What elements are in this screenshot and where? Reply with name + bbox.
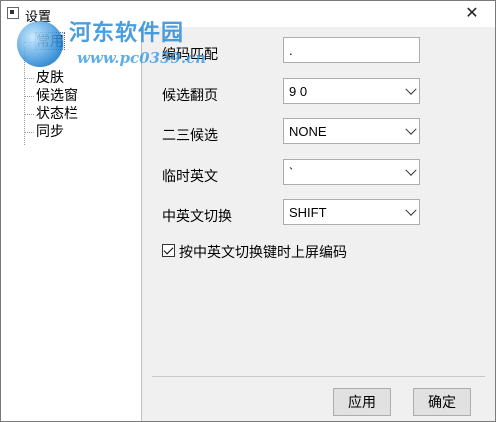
chevron-down-icon [405, 164, 417, 176]
close-button[interactable]: ✕ [449, 1, 495, 27]
second-third-select[interactable]: NONE [283, 118, 420, 144]
sidebar-item-skin[interactable]: 皮肤 [24, 69, 64, 86]
commit-on-toggle-label: 按中英文切换键时上屏编码 [179, 244, 347, 260]
encode-match-label: 编码匹配 [162, 46, 218, 62]
commit-on-toggle-checkbox[interactable] [162, 244, 175, 257]
toggle-cn-en-select[interactable]: SHIFT [283, 199, 420, 225]
title-bar[interactable]: 设置 ✕ [1, 1, 495, 27]
toggle-cn-en-label: 中英文切换 [162, 208, 232, 224]
row-second-third: 二三候选 NONE [142, 118, 495, 148]
row-temp-english: 临时英文 ` [142, 159, 495, 189]
row-encode-match: 编码匹配 . [142, 37, 495, 67]
window-title: 设置 [25, 9, 52, 24]
sidebar-item-candidate-window[interactable]: 候选窗 [24, 87, 78, 104]
encode-match-input[interactable]: . [283, 37, 420, 63]
sidebar-item-common[interactable]: 常用 [24, 32, 65, 50]
row-toggle-cn-en: 中英文切换 SHIFT [142, 199, 495, 229]
temp-english-label: 临时英文 [162, 168, 218, 184]
temp-english-select[interactable]: ` [283, 159, 420, 185]
apply-button[interactable]: 应用 [333, 388, 391, 416]
page-keys-select[interactable]: 9 0 [283, 78, 420, 104]
app-icon [7, 7, 19, 19]
ok-button[interactable]: 确定 [413, 388, 471, 416]
settings-window: 设置 ✕ 常用 皮肤 候选窗 状态栏 同步 编码匹配 . 候选翻页 9 0 二三… [0, 0, 496, 422]
page-keys-label: 候选翻页 [162, 87, 218, 103]
sidebar-tree: 常用 皮肤 候选窗 状态栏 同步 [1, 27, 142, 421]
chevron-down-icon [405, 123, 417, 135]
second-third-label: 二三候选 [162, 127, 218, 143]
divider [152, 376, 485, 377]
sidebar-item-status-bar[interactable]: 状态栏 [24, 105, 78, 122]
row-page-keys: 候选翻页 9 0 [142, 78, 495, 108]
settings-panel: 编码匹配 . 候选翻页 9 0 二三候选 NONE 临时英文 ` 中英文切换 S… [142, 27, 495, 421]
chevron-down-icon [405, 83, 417, 95]
sidebar-item-sync[interactable]: 同步 [24, 123, 64, 140]
chevron-down-icon [405, 204, 417, 216]
